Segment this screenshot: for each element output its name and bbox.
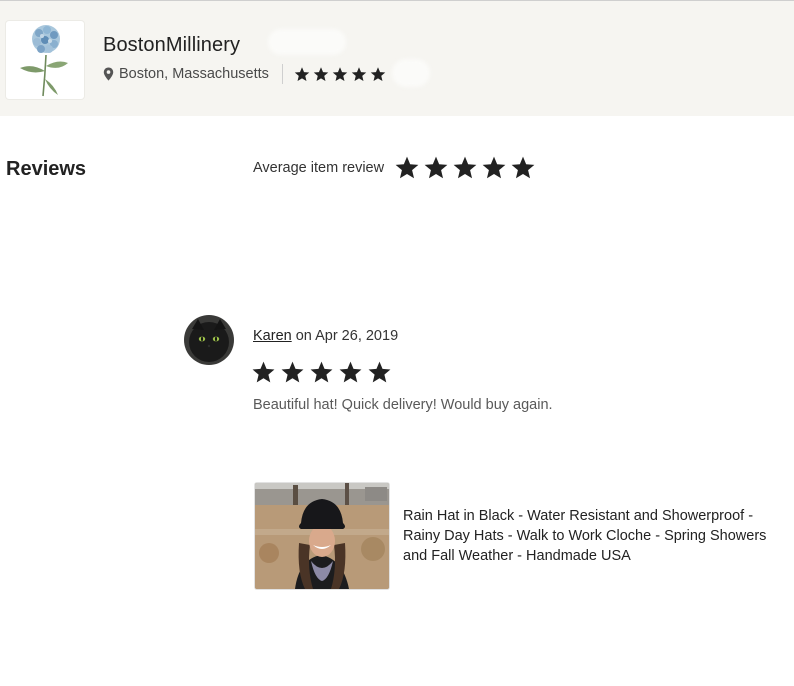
star-icon <box>368 361 391 383</box>
review-date-prefix: on <box>291 328 316 344</box>
shop-meta: Boston, Massachusetts <box>103 63 387 85</box>
average-review: Average item review <box>253 153 536 183</box>
shop-rating-stars[interactable] <box>293 66 387 83</box>
map-pin-icon <box>103 67 114 81</box>
product-photo-icon <box>255 483 389 589</box>
average-review-stars <box>394 155 536 181</box>
divider <box>281 64 283 84</box>
star-icon <box>511 156 535 179</box>
star-icon <box>313 66 329 81</box>
review-meta: Karen on Apr 26, 2019 <box>253 328 398 344</box>
star-icon <box>332 66 348 81</box>
page: BostonMillinery Boston, Massachusetts Re… <box>0 0 794 686</box>
reviewer-name-link[interactable]: Karen <box>253 328 292 344</box>
star-icon <box>395 156 419 179</box>
star-icon <box>294 66 310 81</box>
shop-location: Boston, Massachusetts <box>119 66 269 82</box>
hydrangea-logo-icon <box>20 25 68 97</box>
review-date: Apr 26, 2019 <box>315 328 399 344</box>
reviews-heading: Reviews <box>6 158 87 180</box>
star-icon <box>351 66 367 81</box>
shop-name[interactable]: BostonMillinery <box>103 34 240 57</box>
star-icon <box>370 66 386 81</box>
shop-logo[interactable] <box>6 21 84 99</box>
star-icon <box>310 361 333 383</box>
star-icon <box>482 156 506 179</box>
star-icon <box>339 361 362 383</box>
average-review-label: Average item review <box>253 160 385 176</box>
star-icon <box>424 156 448 179</box>
star-icon <box>252 361 275 383</box>
star-icon <box>281 361 304 383</box>
blurred-region <box>392 59 430 87</box>
product-title-link[interactable]: Rain Hat in Black - Water Resistant and … <box>403 506 793 566</box>
black-cat-avatar-icon <box>184 315 234 365</box>
review-text: Beautiful hat! Quick delivery! Would buy… <box>253 397 553 413</box>
product-thumbnail[interactable] <box>255 483 389 589</box>
review-stars <box>251 360 392 385</box>
reviewer-avatar[interactable] <box>184 315 234 365</box>
blurred-region <box>268 29 346 55</box>
star-icon <box>453 156 477 179</box>
shop-header: BostonMillinery Boston, Massachusetts <box>0 0 794 116</box>
